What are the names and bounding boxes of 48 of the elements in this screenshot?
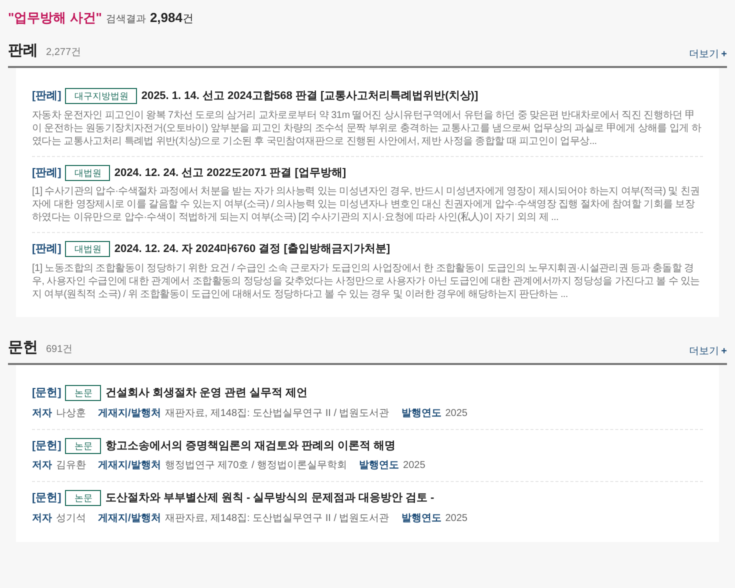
result-type-link[interactable]: [판례] bbox=[32, 241, 62, 258]
result-title-link[interactable]: 2024. 12. 24. 선고 2022도2071 판결 [업무방해] bbox=[114, 164, 346, 181]
meta-value: 성기석 bbox=[56, 512, 86, 526]
result-summary: [1] 노동조합의 조합활동이 정당하기 위한 요건 / 수급인 소속 근로자가 도급인의 사업장에서 한 조합활동이 도급인의 노무지휘권·시설관리권 등과 충돌할 경우, 사용자인 수급인에 대한 관계에서 조합활동의 정당성을 갖추었다는 사정만으로 사용자가 아닌 도급인에 대한 관계에서까지 정당성을 가진다고 볼 수 있는지 여부(원칙적 소극) / 위 조합활동이 도급인에 대해서도 정당하다고 볼 수 있는 경우 및 이러한 경우에 해당하는지 판단하는 ... bbox=[32, 262, 701, 300]
meta-label: 게재지/발행처 bbox=[98, 459, 161, 473]
meta-value: 재판자료, 제148집: 도산법실무연구 II / 법원도서관 bbox=[164, 406, 390, 420]
meta-label: 발행연도 bbox=[401, 512, 442, 526]
result-title-link[interactable]: 2025. 1. 14. 선고 2024고합568 판결 [교통사고처리특례법위반(치상)] bbox=[141, 88, 478, 104]
meta-label: 게재지/발행처 bbox=[98, 406, 161, 420]
court-tag: 대법원 bbox=[65, 164, 110, 181]
result-type-link[interactable]: [문헌] bbox=[32, 490, 62, 506]
more-link[interactable]: 더보기 + bbox=[689, 47, 727, 62]
section-title: 판례 bbox=[8, 40, 38, 60]
type-tag: 논문 bbox=[65, 385, 102, 402]
result-title-link[interactable]: 항고소송에서의 증명책임론의 재검토와 판례의 이론적 해명 bbox=[105, 438, 396, 454]
type-tag: 논문 bbox=[65, 438, 102, 454]
meta-label: 저자 bbox=[32, 459, 52, 473]
result-title-link[interactable]: 도산절차와 부부별산제 원칙 - 실무방식의 문제점과 대응방안 검토 - bbox=[105, 490, 434, 506]
section-count: 2,277건 bbox=[46, 46, 82, 60]
court-tag: 대구지방법원 bbox=[65, 88, 138, 104]
result-type-link[interactable]: [판례] bbox=[32, 164, 62, 181]
court-tag: 대법원 bbox=[65, 241, 110, 258]
result-type-link[interactable]: [판례] bbox=[32, 88, 62, 104]
meta-label: 게재지/발행처 bbox=[98, 512, 161, 526]
meta-value: 2025 bbox=[445, 512, 468, 526]
result-label: 검색결과 bbox=[106, 13, 146, 27]
result-summary: 자동차 운전자인 피고인이 왕복 7차선 도로의 삼거리 교차로로부터 약 31m 떨어진 상시유턴구역에서 유턴을 하던 중 맞은편 반대차로에서 직진 진행하던 甲이 운전하는 원동기장치자전거(오토바이) 앞부분을 피고인 차량의 조수석 문짝 부위로 충격하는 교통사고를 냄으로써 업무상의 과실로 甲에게 상해를 입게 하였다는 교통사고처리 특례법 위반(치상)으로 기소된 후 국민참여재판으로 진행된 사안에서, 제반 사정을 종합할 때 피고인이 업무상... bbox=[32, 108, 702, 148]
meta-value: 나상훈 bbox=[56, 406, 86, 420]
search-query: "업무방해 사건" bbox=[8, 9, 102, 27]
meta-value: 2025 bbox=[403, 459, 426, 473]
section-title: 문헌 bbox=[8, 338, 38, 358]
meta-value: 2025 bbox=[445, 406, 468, 420]
result-type-link[interactable]: [문헌] bbox=[32, 385, 62, 402]
meta-label: 발행연도 bbox=[359, 459, 400, 473]
result-title-link[interactable]: 2024. 12. 24. 자 2024마6760 결정 [출입방해금지가처분] bbox=[114, 241, 390, 258]
result-type-link[interactable]: [문헌] bbox=[32, 438, 62, 454]
meta-value: 재판자료, 제148집: 도산법실무연구 II / 법원도서관 bbox=[164, 512, 390, 526]
result-summary: [1] 수사기관의 압수·수색절차 과정에서 처분을 받는 자가 의사능력 있는 미성년자인 경우, 반드시 미성년자에게 영장이 제시되어야 하는지 여부(적극) 및 친권자에 대한 영장제시로 이를 갈음할 수 있는지 여부(소극) / 의사능력 있는 미성년자나 변호인 대신 친권자에게 압수·수색영장 집행 절차에 참여할 기회를 보장하였다는 이유만으로 압수·수색이 적법하게 되는지 여부(소극) [2] 수사기관의 지시·요청에 따라 사인(私人)이 자기 외의 제 ... bbox=[32, 185, 701, 224]
more-link[interactable]: 더보기 + bbox=[689, 344, 727, 359]
type-tag: 논문 bbox=[65, 490, 102, 506]
section-count: 691건 bbox=[46, 342, 73, 356]
meta-label: 저자 bbox=[32, 512, 52, 526]
meta-label: 발행연도 bbox=[401, 406, 442, 420]
result-count: 2,984건 bbox=[150, 9, 194, 27]
meta-value: 김유환 bbox=[56, 459, 86, 473]
result-title-link[interactable]: 건설회사 회생절차 운영 관련 실무적 제언 bbox=[105, 385, 308, 402]
meta-label: 저자 bbox=[32, 406, 52, 420]
meta-value: 행정법연구 제70호 / 행정법이론실무학회 bbox=[164, 459, 348, 473]
